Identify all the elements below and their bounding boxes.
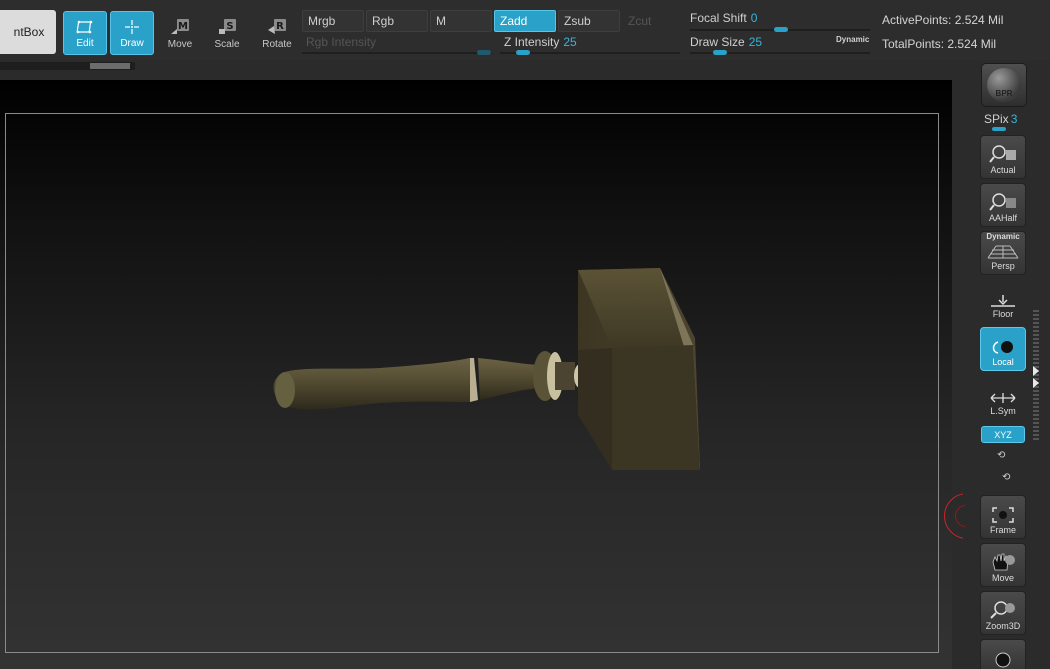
aahalf-label: AAHalf bbox=[988, 213, 1017, 223]
bpr-label: BPR bbox=[995, 89, 1013, 98]
shelf-collapse-arrow-icon[interactable] bbox=[1033, 366, 1039, 376]
svg-text:S: S bbox=[226, 21, 233, 32]
scrollbar-thumb[interactable] bbox=[90, 63, 130, 69]
z-intensity-knob[interactable] bbox=[515, 50, 530, 55]
svg-text:M: M bbox=[178, 21, 188, 32]
actual-label: Actual bbox=[990, 165, 1016, 175]
scale-button[interactable]: S Scale bbox=[205, 11, 249, 55]
z-intensity-label: Z Intensity 25 bbox=[504, 35, 577, 49]
edit-frame-icon bbox=[76, 20, 93, 34]
draw-crosshair-icon bbox=[125, 20, 139, 34]
local-label: Local bbox=[992, 357, 1014, 367]
xyz-label: XYZ bbox=[994, 429, 1012, 440]
z-rotation-icon[interactable]: ⟲ bbox=[1002, 472, 1010, 483]
zadd-label: Zadd bbox=[500, 14, 528, 28]
mrgb-label: Mrgb bbox=[308, 14, 336, 28]
rgb-intensity-slider[interactable] bbox=[302, 52, 492, 54]
top-toolbar: ntBox Edit Draw M Move S Scale R Rotate … bbox=[0, 0, 1050, 60]
focal-shift-label: Focal Shift 0 bbox=[690, 11, 758, 25]
bpr-sphere-icon: BPR bbox=[987, 68, 1021, 102]
rotate-button[interactable]: R Rotate bbox=[254, 11, 300, 55]
move-button[interactable]: M Move bbox=[158, 11, 202, 55]
move-label: Move bbox=[167, 39, 193, 50]
xyz-rotation-button[interactable]: XYZ bbox=[981, 426, 1025, 443]
local-rotation-icon bbox=[992, 341, 1013, 354]
m-label: M bbox=[436, 14, 446, 28]
lightbox-label: ntBox bbox=[13, 25, 45, 39]
y-rotation-icon[interactable]: ⟲ bbox=[997, 450, 1005, 461]
active-points-readout: ActivePoints: 2.524 Mil bbox=[882, 13, 1004, 27]
move-view-label: Move bbox=[991, 573, 1014, 583]
floor-label: Floor bbox=[992, 309, 1014, 319]
local-button[interactable]: Local bbox=[980, 327, 1026, 371]
focal-shift-knob[interactable] bbox=[774, 27, 788, 32]
shelf-expand-arrow-icon[interactable] bbox=[1033, 378, 1039, 388]
focal-shift-value: 0 bbox=[750, 11, 758, 25]
frame-button[interactable]: Frame bbox=[980, 495, 1026, 539]
zsub-toggle[interactable]: Zsub bbox=[558, 10, 620, 32]
draw-size-label: Draw Size 25 bbox=[690, 35, 763, 49]
draw-label: Draw bbox=[120, 38, 144, 49]
zadd-toggle[interactable]: Zadd bbox=[494, 10, 556, 32]
hammer-model[interactable] bbox=[0, 80, 952, 669]
edit-button[interactable]: Edit bbox=[63, 11, 107, 55]
move-icon: M bbox=[171, 19, 189, 34]
rgb-intensity-label: Rgb Intensity bbox=[306, 35, 377, 49]
persp-label: Persp bbox=[991, 261, 1015, 271]
z-intensity-value: 25 bbox=[563, 35, 577, 49]
zsub-label: Zsub bbox=[564, 14, 591, 28]
bpr-button[interactable]: BPR bbox=[981, 63, 1027, 107]
lightbox-button[interactable]: ntBox bbox=[0, 10, 56, 54]
total-points-readout: TotalPoints: 2.524 Mil bbox=[882, 37, 997, 51]
magnifier-icon bbox=[989, 145, 1016, 163]
symmetry-arrows-icon bbox=[990, 393, 1016, 403]
rotate-icon: R bbox=[268, 19, 286, 34]
draw-button[interactable]: Draw bbox=[110, 11, 154, 55]
draw-size-knob[interactable] bbox=[713, 50, 727, 55]
right-shelf: BPR SPix 3 Actual AAHalf Dynamic Persp F… bbox=[978, 60, 1050, 669]
floor-icon bbox=[991, 295, 1015, 307]
persp-dynamic-label: Dynamic bbox=[986, 232, 1020, 241]
rgb-toggle[interactable]: Rgb bbox=[366, 10, 428, 32]
scale-icon: S bbox=[219, 19, 236, 34]
zcut-label: Zcut bbox=[628, 14, 652, 28]
rotate-view-button[interactable] bbox=[980, 639, 1026, 669]
rgb-label: Rgb bbox=[372, 14, 395, 28]
actual-button[interactable]: Actual bbox=[980, 135, 1026, 179]
viewport-gutter bbox=[952, 80, 977, 669]
zoom3d-label: Zoom3D bbox=[985, 621, 1021, 631]
magnifier-icon bbox=[989, 193, 1016, 211]
rotate-label: Rotate bbox=[262, 39, 292, 50]
move-view-button[interactable]: Move bbox=[980, 543, 1026, 587]
spix-slider-label: SPix 3 bbox=[984, 112, 1018, 126]
horizontal-scrollbar[interactable] bbox=[0, 62, 135, 70]
dynamic-toggle[interactable]: Dynamic bbox=[836, 35, 869, 44]
m-toggle[interactable]: M bbox=[430, 10, 492, 32]
scale-label: Scale bbox=[214, 39, 240, 50]
rotate-view-icon bbox=[995, 652, 1011, 668]
document-viewport[interactable] bbox=[0, 80, 952, 669]
zcut-toggle[interactable]: Zcut bbox=[622, 10, 682, 32]
draw-size-value: 25 bbox=[748, 35, 763, 49]
spix-value: 3 bbox=[1010, 112, 1018, 126]
perspective-grid-icon bbox=[987, 245, 1019, 259]
lsym-button[interactable]: L.Sym bbox=[980, 376, 1026, 420]
hand-icon bbox=[992, 553, 1015, 571]
mrgb-toggle[interactable]: Mrgb bbox=[302, 10, 364, 32]
spix-slider-knob[interactable] bbox=[992, 127, 1006, 131]
frame-label: Frame bbox=[989, 525, 1016, 535]
zoom3d-button[interactable]: Zoom3D bbox=[980, 591, 1026, 635]
zoom-magnifier-icon bbox=[990, 601, 1015, 619]
persp-button[interactable]: Dynamic Persp bbox=[980, 231, 1026, 275]
frame-icon bbox=[992, 507, 1014, 523]
lsym-label: L.Sym bbox=[990, 406, 1016, 416]
floor-button[interactable]: Floor bbox=[980, 279, 1026, 323]
rgb-intensity-knob[interactable] bbox=[477, 50, 491, 55]
edit-label: Edit bbox=[76, 38, 94, 49]
aahalf-button[interactable]: AAHalf bbox=[980, 183, 1026, 227]
svg-text:R: R bbox=[276, 21, 284, 32]
